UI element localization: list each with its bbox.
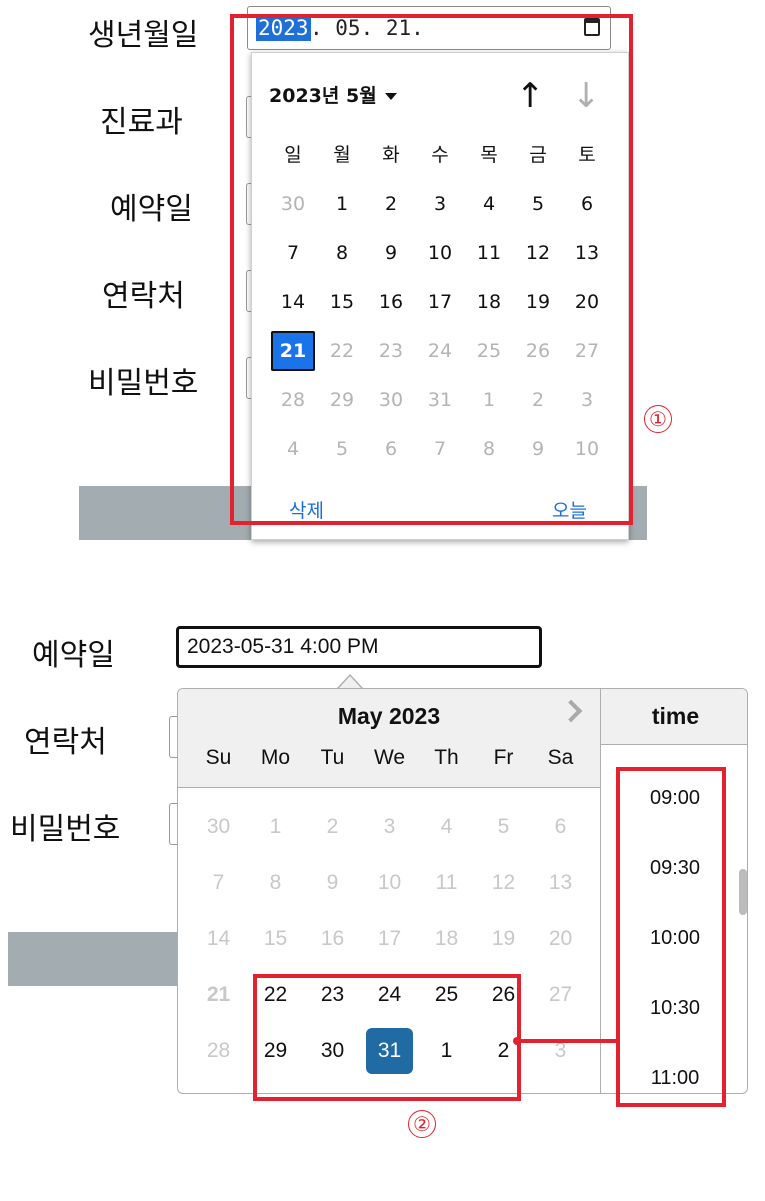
day-cell: 3 — [383, 815, 396, 838]
weekday-header: We — [373, 746, 406, 769]
day-cell: 5 — [497, 815, 510, 838]
day-cell: 2 — [326, 815, 339, 838]
calendar-header: May 2023 Su Mo Tu We Th Fr Sa — [178, 689, 600, 788]
day-cell: 15 — [263, 927, 288, 950]
day-cell: 8 — [269, 871, 282, 894]
annotation-number-2: ② — [408, 1110, 436, 1138]
weekday-header: Su — [205, 746, 232, 769]
weekday-header: Fr — [493, 746, 514, 769]
time-header: time — [601, 689, 747, 745]
day-cell: 27 — [548, 983, 573, 1006]
day-cell: 7 — [212, 871, 225, 894]
label-reservation-date: 예약일 — [110, 192, 193, 227]
day-cell: 14 — [206, 927, 231, 950]
weekday-header: Sa — [547, 746, 574, 769]
day-cell: 13 — [548, 871, 573, 894]
day-cell: 18 — [434, 927, 459, 950]
day-cell: 21 — [206, 983, 231, 1006]
annotation-connector — [517, 1039, 620, 1043]
annotation-number-1: ① — [644, 405, 672, 433]
annotation-box-1 — [230, 14, 633, 525]
day-cell: 1 — [269, 815, 282, 838]
day-cell: 11 — [435, 871, 458, 894]
day-cell: 17 — [377, 927, 402, 950]
weekday-header: Mo — [260, 746, 291, 769]
day-cell: 9 — [326, 871, 339, 894]
label-birthdate: 생년월일 — [88, 18, 199, 53]
submit-button-2[interactable] — [8, 932, 178, 986]
weekday-header: Th — [434, 746, 459, 769]
time-scrollbar[interactable] — [739, 869, 747, 915]
day-cell: 19 — [491, 927, 516, 950]
day-cell: 20 — [548, 927, 573, 950]
day-cell: 6 — [554, 815, 567, 838]
annotation-connector-dot — [513, 1037, 521, 1045]
day-cell: 10 — [377, 871, 402, 894]
label-password: 비밀번호 — [88, 366, 199, 401]
label-password-2: 비밀번호 — [10, 812, 121, 847]
label-reservation-date-2: 예약일 — [32, 638, 115, 673]
day-cell: 4 — [440, 815, 453, 838]
day-cell: 30 — [206, 815, 231, 838]
label-contact-2: 연락처 — [24, 725, 107, 760]
annotation-box-2a — [253, 974, 521, 1101]
label-contact: 연락처 — [102, 279, 185, 314]
day-cell: 12 — [491, 871, 516, 894]
annotation-box-2b — [616, 767, 726, 1107]
day-cell: 3 — [554, 1039, 567, 1062]
weekday-header: Tu — [320, 746, 345, 769]
month-title: May 2023 — [337, 703, 441, 729]
day-cell: 28 — [206, 1039, 231, 1062]
datetime-value: 2023-05-31 4:00 PM — [187, 635, 379, 658]
day-cell: 16 — [320, 927, 345, 950]
label-department: 진료과 — [100, 105, 183, 140]
popup-caret-inner — [339, 676, 361, 688]
datetime-input[interactable]: 2023-05-31 4:00 PM — [176, 626, 542, 668]
